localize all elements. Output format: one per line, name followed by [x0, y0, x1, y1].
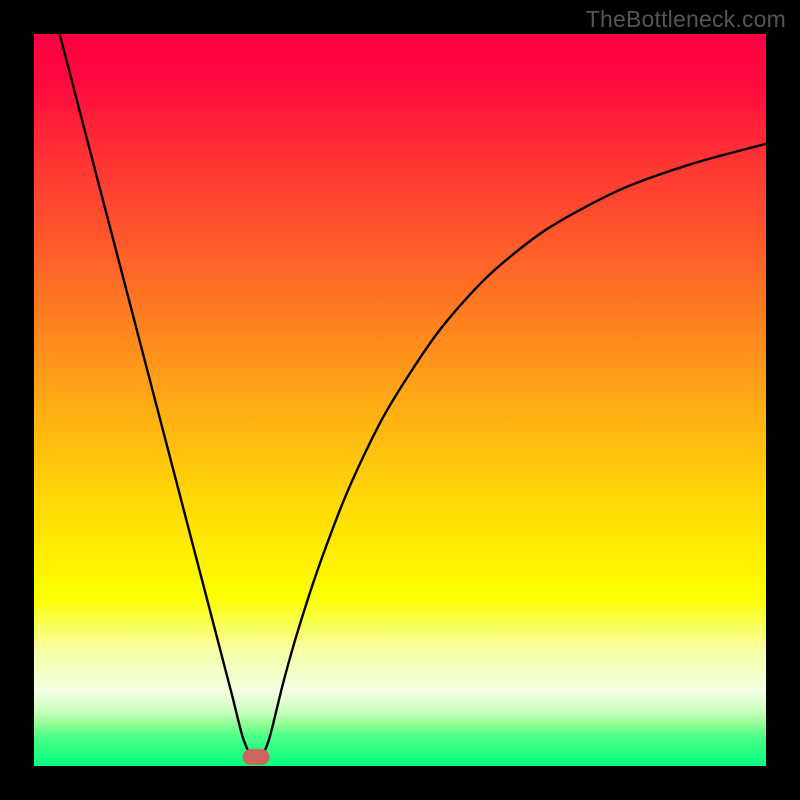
plot-area [34, 34, 766, 766]
chart-frame: TheBottleneck.com [0, 0, 800, 800]
bottleneck-curve [60, 34, 766, 762]
curve-plot [34, 34, 766, 766]
optimum-marker [242, 749, 269, 765]
watermark-text: TheBottleneck.com [586, 6, 786, 33]
